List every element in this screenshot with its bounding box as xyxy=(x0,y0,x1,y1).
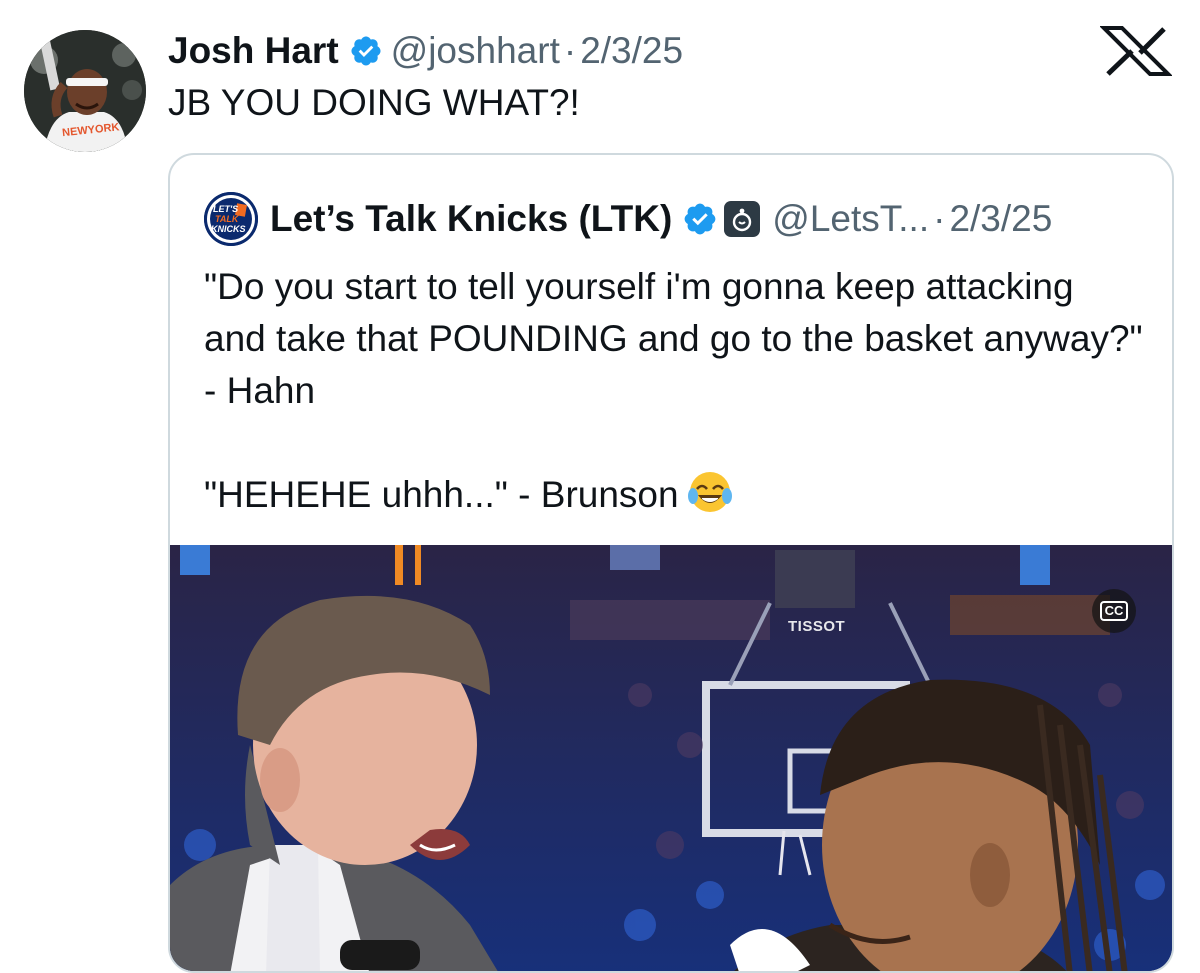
captions-label: CC xyxy=(1099,601,1129,621)
tweet-header: Josh Hart @joshhart · 2/3/25 xyxy=(168,26,683,76)
video-frame xyxy=(170,545,1172,971)
x-logo-icon xyxy=(1100,26,1172,76)
video-thumbnail[interactable]: TISSOT CC xyxy=(170,545,1172,971)
avatar-text-talk: TALK xyxy=(215,214,240,224)
quoted-tweet-text: "Do you start to tell yourself i'm gonna… xyxy=(204,261,1144,521)
tweet-text: JB YOU DOING WHAT?! xyxy=(168,82,580,123)
quoted-tweet-header: LET'S TALK KNICKS Let’s Talk Knicks (LTK… xyxy=(204,192,1052,246)
affiliate-badge-icon[interactable] xyxy=(724,201,761,237)
author-avatar[interactable]: NEWYORK xyxy=(24,30,146,152)
quote-paragraph-2-text: "HEHEHE uhhh..." - Brunson xyxy=(204,474,679,515)
quote-paragraph-1: "Do you start to tell yourself i'm gonna… xyxy=(204,266,1143,411)
quoted-author-avatar[interactable]: LET'S TALK KNICKS xyxy=(204,192,258,246)
face-with-tears-of-joy-icon xyxy=(687,472,732,512)
arena-sign-text: TISSOT xyxy=(788,618,846,635)
quoted-author-handle[interactable]: @LetsT... xyxy=(772,198,929,240)
captions-button[interactable]: CC xyxy=(1092,589,1136,633)
separator-dot: · xyxy=(563,30,577,71)
avatar-text-lets: LET'S xyxy=(213,204,238,214)
avatar-text-knicks: KNICKS xyxy=(211,224,246,234)
quoted-tweet-card[interactable]: LET'S TALK KNICKS Let’s Talk Knicks (LTK… xyxy=(168,153,1174,973)
verified-badge-icon xyxy=(351,36,381,66)
separator-dot: · xyxy=(933,198,946,239)
author-name[interactable]: Josh Hart xyxy=(168,30,339,72)
tweet-date[interactable]: 2/3/25 xyxy=(580,30,683,72)
author-handle[interactable]: @joshhart xyxy=(391,30,560,72)
quoted-tweet-date[interactable]: 2/3/25 xyxy=(949,198,1052,240)
verified-badge-icon xyxy=(684,203,716,235)
quote-paragraph-2: "HEHEHE uhhh..." - Brunson xyxy=(204,469,1144,521)
quoted-author-name[interactable]: Let’s Talk Knicks (LTK) xyxy=(270,198,672,240)
